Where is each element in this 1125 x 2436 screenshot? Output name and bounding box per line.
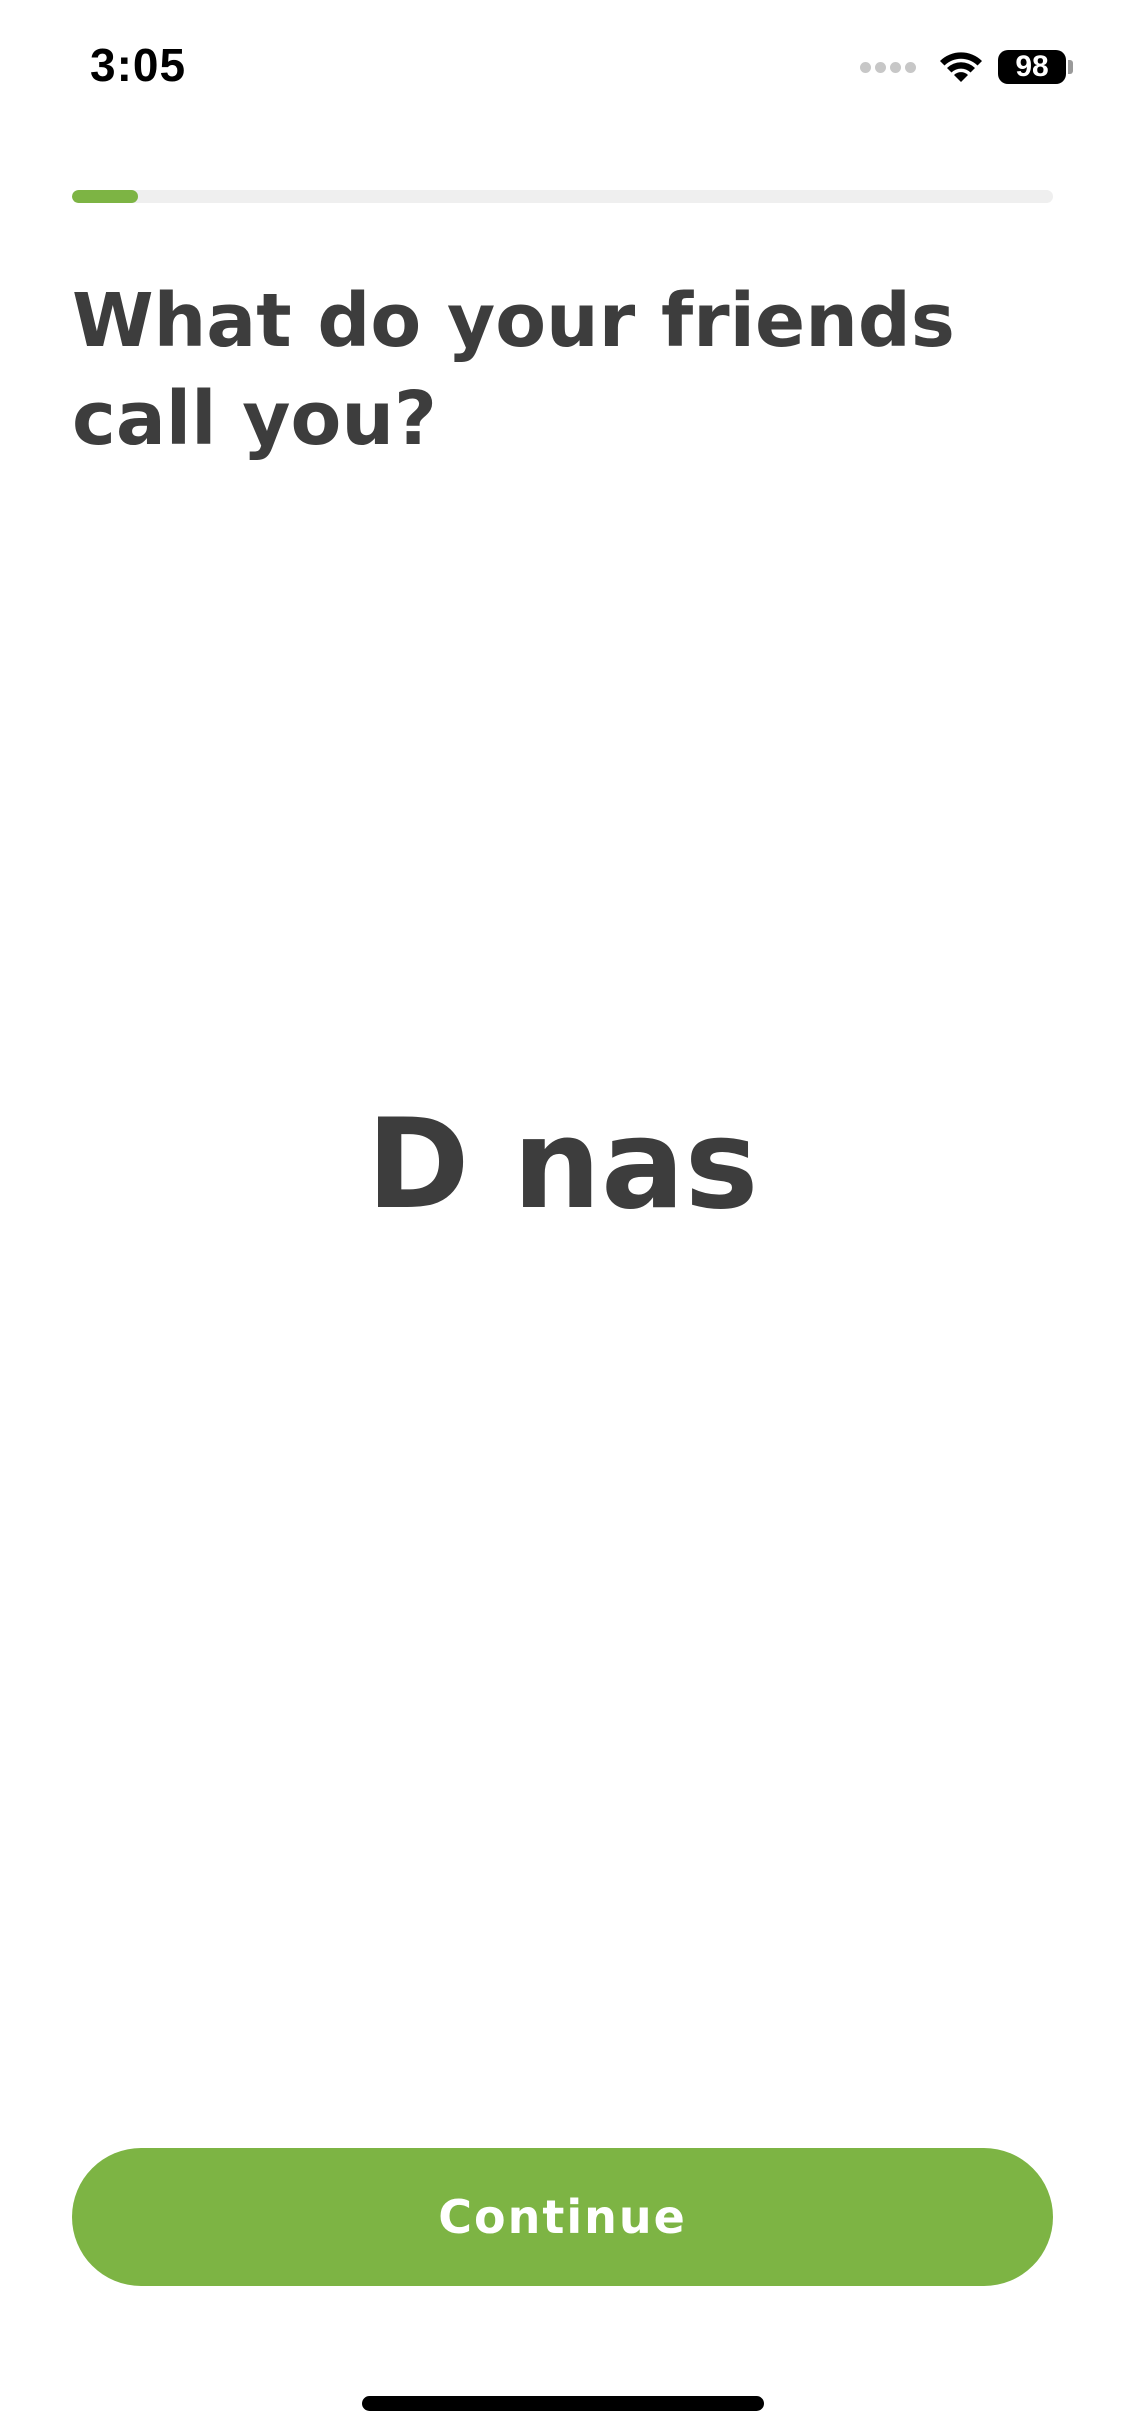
continue-button[interactable]: Continue <box>72 2148 1053 2286</box>
battery-cap <box>1068 60 1073 74</box>
status-time: 3:05 <box>90 39 187 91</box>
progress-bar-fill <box>72 190 138 203</box>
name-input[interactable]: D nas <box>0 1090 1125 1240</box>
wifi-icon <box>940 52 982 82</box>
battery-level: 98 <box>1015 50 1049 83</box>
status-bar: 3:05 98 <box>0 0 1125 140</box>
status-indicators: 98 <box>860 44 1073 90</box>
cellular-signal-icon <box>860 61 920 73</box>
home-indicator <box>362 2396 764 2411</box>
progress-bar <box>72 190 1053 203</box>
battery-icon: 98 <box>998 50 1066 84</box>
page-title: What do your friends call you? <box>72 278 955 462</box>
